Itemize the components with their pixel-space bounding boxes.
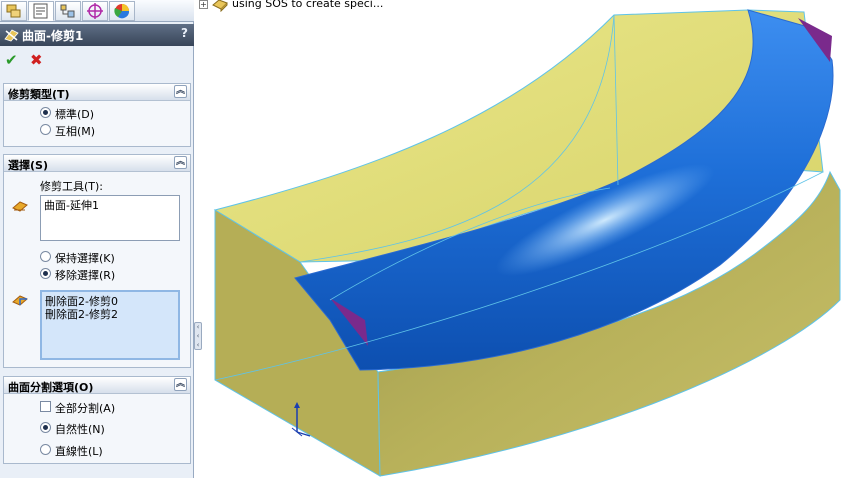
radio-button[interactable]: [40, 124, 51, 135]
piece-item[interactable]: 刪除面2-修剪0: [45, 295, 175, 308]
configuration-manager-tab-icon: [60, 4, 75, 18]
dimxpert-manager-tab-icon: [87, 3, 103, 19]
trim-type-group: 修剪類型(T) ︽ 標準(D) 互相(M): [3, 83, 191, 147]
selections-header[interactable]: 選擇(S) ︽: [4, 155, 190, 172]
feature-title: 曲面-修剪1: [22, 29, 84, 43]
radio-button[interactable]: [40, 107, 51, 118]
pieces-selection-icon: [12, 295, 28, 306]
feature-manager-tab-icon: [6, 4, 21, 18]
graphics-viewport[interactable]: [200, 0, 848, 478]
display-manager-tab-icon: [114, 4, 130, 19]
surface-split-options-group: 曲面分割選項(O) ︽ 全部分割(A) 自然性(N) 直線性(L): [3, 376, 191, 464]
ok-button[interactable]: ✔: [5, 51, 18, 69]
surface-split-options-header[interactable]: 曲面分割選項(O) ︽: [4, 377, 190, 394]
trim-type-header[interactable]: 修剪類型(T) ︽: [4, 84, 190, 101]
property-manager-tab-icon: [33, 3, 48, 19]
configuration-manager-tab[interactable]: [55, 1, 81, 21]
radio-button[interactable]: [40, 422, 51, 433]
selections-group: 選擇(S) ︽ 修剪工具(T): 曲面-延伸1 保持選擇(K) 移除選擇(R) …: [3, 154, 191, 368]
radio-button[interactable]: [40, 268, 51, 279]
trim-tool-label: 修剪工具(T):: [40, 180, 104, 193]
collapse-chevron-icon[interactable]: ︽: [174, 156, 187, 169]
dimxpert-manager-tab[interactable]: [82, 1, 108, 21]
surface-trim-icon: [4, 29, 19, 42]
display-manager-tab[interactable]: [109, 1, 135, 21]
piece-item[interactable]: 刪除面2-修剪2: [45, 308, 175, 321]
split-all-checkbox[interactable]: [40, 401, 51, 412]
feature-manager-tab[interactable]: [1, 1, 27, 21]
cancel-button[interactable]: ✖: [30, 51, 43, 69]
property-manager-panel: 曲面-修剪1 ? ✔ ✖ 修剪類型(T) ︽ 標準(D) 互相(M) 選擇(S)…: [0, 0, 194, 478]
property-manager-tab[interactable]: [28, 1, 54, 21]
feature-title-bar: 曲面-修剪1 ?: [0, 24, 194, 46]
trim-tool-item[interactable]: 曲面-延伸1: [44, 199, 176, 212]
radio-button[interactable]: [40, 444, 51, 455]
trim-tool-selection-icon: [12, 201, 28, 212]
collapse-chevron-icon[interactable]: ︽: [174, 378, 187, 391]
radio-button[interactable]: [40, 251, 51, 262]
pieces-to-remove-box[interactable]: 刪除面2-修剪0 刪除面2-修剪2: [40, 290, 180, 360]
help-button[interactable]: ?: [181, 26, 188, 40]
manager-tabs: [0, 0, 194, 22]
collapse-chevron-icon[interactable]: ︽: [174, 85, 187, 98]
trim-tool-selection-box[interactable]: 曲面-延伸1: [40, 195, 180, 241]
